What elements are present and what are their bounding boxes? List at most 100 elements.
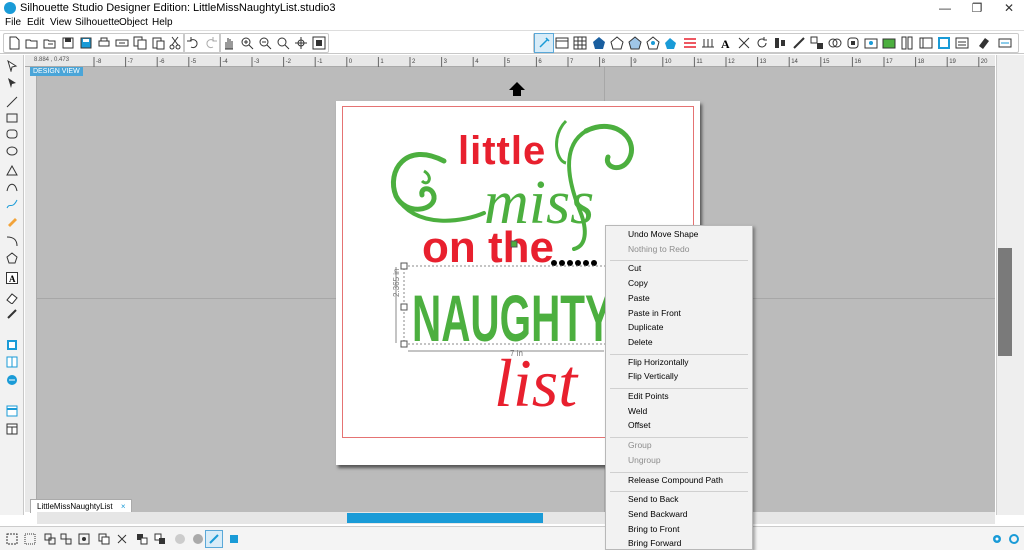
eraser-icon[interactable] bbox=[975, 34, 993, 52]
align-icon[interactable] bbox=[771, 34, 789, 52]
deselect-icon[interactable] bbox=[22, 531, 38, 547]
context-menu-item-bring-to-front[interactable]: Bring to Front bbox=[628, 524, 680, 534]
eraser-tool-icon[interactable] bbox=[4, 290, 20, 306]
select-all-icon[interactable] bbox=[4, 531, 20, 547]
knife-icon[interactable] bbox=[790, 34, 808, 52]
context-menu-item-send-backward[interactable]: Send Backward bbox=[628, 509, 688, 519]
open-file-icon[interactable] bbox=[41, 34, 59, 52]
paste-icon[interactable] bbox=[149, 34, 167, 52]
rounded-rectangle-tool-icon[interactable] bbox=[4, 126, 20, 142]
design-page-settings-icon[interactable] bbox=[534, 33, 554, 53]
replicate-icon[interactable] bbox=[808, 34, 826, 52]
context-menu-item-paste-in-front[interactable]: Paste in Front bbox=[628, 308, 681, 318]
text-tool-icon[interactable]: A bbox=[4, 270, 20, 286]
vertical-scroll-thumb[interactable] bbox=[998, 248, 1012, 356]
weld-icon[interactable] bbox=[172, 531, 188, 547]
context-menu-item-undo-move-shape[interactable]: Undo Move Shape bbox=[628, 229, 698, 239]
offset-icon[interactable] bbox=[844, 34, 862, 52]
sketch-icon[interactable] bbox=[699, 34, 717, 52]
arc-tool-icon[interactable] bbox=[4, 233, 20, 249]
shadow-icon[interactable] bbox=[662, 34, 680, 52]
compound-path-icon[interactable] bbox=[76, 531, 92, 547]
menu-object[interactable]: Object bbox=[119, 16, 148, 30]
fill-color-icon[interactable] bbox=[590, 34, 608, 52]
document-tab-close-icon[interactable]: × bbox=[121, 502, 126, 511]
store-icon[interactable] bbox=[917, 34, 935, 52]
restore-button[interactable]: ❐ bbox=[962, 0, 992, 16]
zoom-out-icon[interactable] bbox=[256, 34, 274, 52]
zoom-select-icon[interactable] bbox=[274, 34, 292, 52]
context-menu-item-duplicate[interactable]: Duplicate bbox=[628, 322, 663, 332]
line-tool-icon[interactable] bbox=[4, 94, 20, 110]
grid-icon[interactable] bbox=[571, 34, 589, 52]
redo-icon[interactable] bbox=[202, 34, 220, 52]
minimize-button[interactable]: — bbox=[930, 0, 960, 16]
save-as-icon[interactable] bbox=[77, 34, 95, 52]
print-icon[interactable] bbox=[95, 34, 113, 52]
fit-to-page-icon[interactable] bbox=[310, 34, 328, 52]
settings-gear-icon[interactable] bbox=[989, 531, 1005, 547]
ellipse-tool-icon[interactable] bbox=[4, 143, 20, 159]
duplicate-icon[interactable] bbox=[96, 531, 112, 547]
point-edit-icon[interactable] bbox=[4, 75, 20, 91]
zoom-in-icon[interactable] bbox=[238, 34, 256, 52]
line-color-icon[interactable] bbox=[608, 34, 626, 52]
offset-circle-icon[interactable] bbox=[190, 531, 206, 547]
menu-help[interactable]: Help bbox=[152, 16, 173, 30]
library-icon[interactable] bbox=[898, 34, 916, 52]
menu-view[interactable]: View bbox=[50, 16, 72, 30]
pan-hand-icon[interactable] bbox=[220, 34, 238, 52]
library-view-icon[interactable] bbox=[4, 354, 20, 370]
trace-bottom-icon[interactable] bbox=[226, 531, 242, 547]
context-menu-item-cut[interactable]: Cut bbox=[628, 263, 641, 273]
context-menu-item-weld[interactable]: Weld bbox=[628, 406, 647, 416]
trace-icon[interactable] bbox=[862, 34, 880, 52]
ungroup-icon[interactable] bbox=[58, 531, 74, 547]
send-panel-icon[interactable] bbox=[953, 34, 971, 52]
context-menu-item-edit-points[interactable]: Edit Points bbox=[628, 391, 669, 401]
menu-edit[interactable]: Edit bbox=[27, 16, 44, 30]
pattern-icon[interactable] bbox=[644, 34, 662, 52]
context-menu-item-flip-vertically[interactable]: Flip Vertically bbox=[628, 371, 678, 381]
send-to-cutter-icon[interactable] bbox=[113, 34, 131, 52]
select-arrow-icon[interactable] bbox=[4, 58, 20, 74]
transform-icon[interactable] bbox=[735, 34, 753, 52]
horizontal-scroll-thumb[interactable] bbox=[347, 513, 543, 523]
context-menu-item-copy[interactable]: Copy bbox=[628, 278, 648, 288]
cut-settings-icon[interactable] bbox=[996, 34, 1014, 52]
menu-silhouette[interactable]: Silhouette bbox=[75, 16, 119, 30]
context-menu-item-offset[interactable]: Offset bbox=[628, 420, 651, 430]
context-menu-item-flip-horizontally[interactable]: Flip Horizontally bbox=[628, 357, 688, 367]
menu-file[interactable]: File bbox=[5, 16, 21, 30]
modify-icon[interactable] bbox=[826, 34, 844, 52]
delete-icon[interactable] bbox=[114, 531, 130, 547]
context-menu-item-release-compound-path[interactable]: Release Compound Path bbox=[628, 475, 723, 485]
edit-points-icon[interactable] bbox=[205, 530, 223, 548]
context-menu-item-bring-forward[interactable]: Bring Forward bbox=[628, 538, 681, 548]
curve-tool-icon[interactable] bbox=[4, 179, 20, 195]
rectangle-tool-icon[interactable] bbox=[4, 110, 20, 126]
regular-polygon-tool-icon[interactable] bbox=[4, 250, 20, 266]
new-document-icon[interactable] bbox=[5, 34, 23, 52]
document-tab[interactable]: LittleMissNaughtyList × bbox=[30, 499, 132, 513]
rotate-icon[interactable] bbox=[753, 34, 771, 52]
close-button[interactable]: ✕ bbox=[994, 0, 1024, 16]
polygon-tool-icon[interactable] bbox=[4, 163, 20, 179]
store-view-icon[interactable] bbox=[4, 372, 20, 388]
print-cut-icon[interactable] bbox=[880, 34, 898, 52]
context-menu-item-paste[interactable]: Paste bbox=[628, 293, 650, 303]
undo-icon[interactable] bbox=[184, 34, 202, 52]
freehand-tool-icon[interactable] bbox=[4, 196, 20, 212]
send-to-back-icon[interactable] bbox=[152, 531, 168, 547]
panel-toggle-icon[interactable] bbox=[4, 403, 20, 419]
open-folder-icon[interactable] bbox=[23, 34, 41, 52]
context-menu-item-delete[interactable]: Delete bbox=[628, 337, 653, 347]
page-setup-icon[interactable] bbox=[553, 34, 571, 52]
knife-tool-icon[interactable] bbox=[4, 306, 20, 322]
copy-icon[interactable] bbox=[131, 34, 149, 52]
scissors-icon[interactable] bbox=[166, 34, 184, 52]
design-view-icon[interactable] bbox=[4, 337, 20, 353]
layers-icon[interactable] bbox=[935, 34, 953, 52]
drag-zoom-icon[interactable] bbox=[292, 34, 310, 52]
save-icon[interactable] bbox=[59, 34, 77, 52]
